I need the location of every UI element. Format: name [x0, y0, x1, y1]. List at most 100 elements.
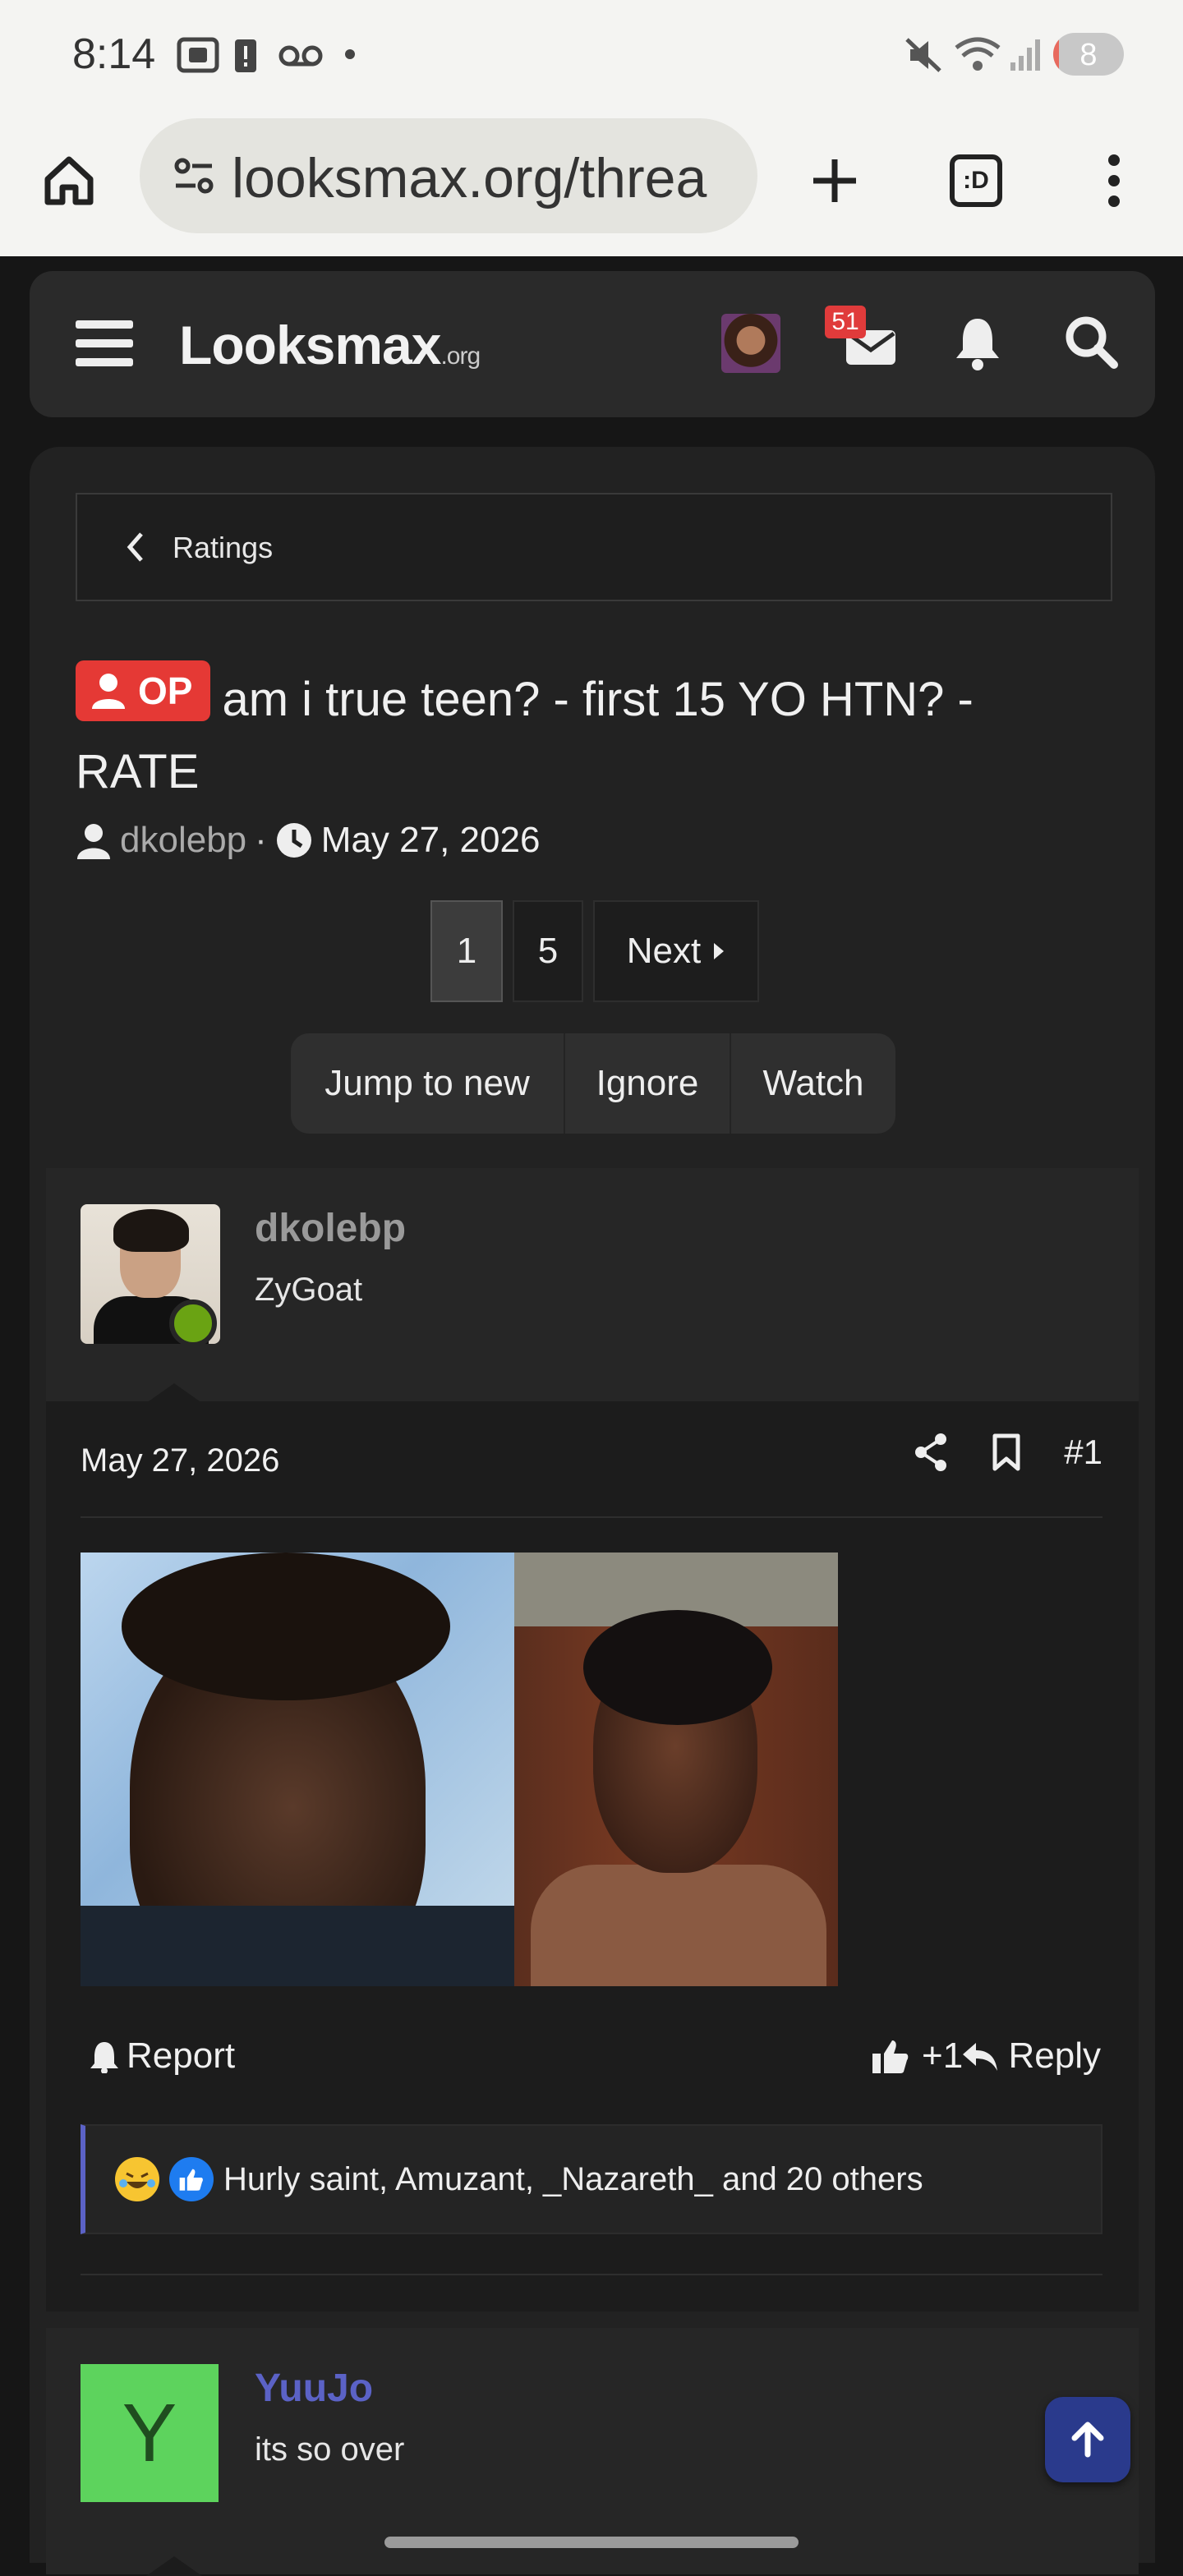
thread-meta: dkolebp · May 27, 2026 — [76, 820, 540, 861]
report-label: Report — [127, 2036, 236, 2076]
post-preview-text: its so over — [255, 2431, 405, 2468]
op-badge: OP — [76, 660, 211, 721]
online-indicator — [169, 1300, 217, 1347]
crying-laugh-emoji-icon — [115, 2157, 159, 2201]
reply-icon — [962, 2043, 997, 2071]
watch-button[interactable]: Watch — [731, 1033, 895, 1134]
post-1: dkolebp ZyGoat May 27, 2026 #1 Report +1… — [46, 1168, 1139, 2312]
wifi-icon — [955, 37, 1001, 71]
more-vertical-icon — [1108, 154, 1120, 207]
gesture-home-bar[interactable] — [384, 2537, 799, 2548]
browser-toolbar: looksmax.org/threa :D — [0, 108, 1183, 256]
report-button[interactable]: Report — [89, 2036, 235, 2077]
divider — [81, 1516, 1102, 1518]
next-label: Next — [626, 931, 702, 971]
reply-label: Reply — [1008, 2036, 1102, 2076]
user-bar-pointer — [146, 1383, 202, 1403]
share-icon[interactable] — [913, 1433, 949, 1472]
scroll-to-top-button[interactable] — [1045, 2397, 1130, 2482]
main-content: Ratings OP am i true teen? - first 15 YO… — [30, 447, 1155, 2576]
address-bar[interactable]: looksmax.org/threa — [140, 118, 757, 233]
caret-right-icon — [714, 943, 725, 959]
avatar-hair — [113, 1209, 189, 1252]
signal-icon — [1010, 39, 1040, 71]
page-5-button[interactable]: 5 — [513, 900, 583, 1002]
user-title: ZyGoat — [255, 1272, 363, 1308]
reactions-bar[interactable]: Hurly saint, Amuzant, _Nazareth_ and 20 … — [81, 2124, 1102, 2234]
account-avatar[interactable] — [721, 314, 780, 373]
clock-icon — [276, 823, 311, 858]
post-number[interactable]: #1 — [1064, 1433, 1102, 1472]
plus-icon — [813, 159, 856, 202]
inbox-count-badge: 51 — [825, 306, 866, 338]
status-bar: 8:14 8 — [0, 0, 1183, 108]
post-footer: Report +1 Reply — [81, 2032, 1102, 2090]
thumbs-up-icon — [872, 2040, 909, 2073]
page-1-button[interactable]: 1 — [430, 900, 503, 1002]
thread-title-block: OP am i true teen? - first 15 YO HTN? - … — [76, 660, 1102, 808]
home-icon — [44, 156, 94, 205]
user-bar-pointer — [146, 2556, 202, 2576]
site-logo[interactable]: Looksmax.org — [179, 314, 481, 376]
next-page-button[interactable]: Next — [593, 900, 759, 1002]
battery-indicator: 8 — [1053, 33, 1124, 76]
report-bell-icon — [90, 2042, 118, 2073]
meta-separator: · — [255, 820, 267, 860]
reply-button[interactable]: Reply — [961, 2036, 1102, 2077]
voicemail-icon — [278, 45, 323, 67]
photo-subject-shirt — [81, 1906, 514, 1986]
breadcrumb-label: Ratings — [173, 531, 274, 564]
mute-icon — [905, 38, 941, 72]
new-tab-button[interactable] — [795, 141, 874, 220]
bell-icon[interactable] — [953, 314, 1002, 371]
like-button[interactable]: +1 — [871, 2036, 963, 2077]
site-settings-icon[interactable] — [173, 154, 215, 197]
thread-actions: Jump to new Ignore Watch — [291, 1033, 895, 1134]
post-image-1[interactable] — [81, 1552, 514, 1986]
divider — [81, 2274, 1102, 2275]
search-icon[interactable] — [1063, 314, 1121, 371]
post-username[interactable]: YuuJo — [255, 2366, 373, 2411]
photo-subject-hair — [583, 1610, 772, 1725]
like-reaction-thumb — [179, 2169, 203, 2191]
jump-to-new-button[interactable]: Jump to new — [291, 1033, 565, 1134]
battery-level: 8 — [1079, 38, 1098, 72]
status-time: 8:14 — [72, 30, 156, 78]
crying-laugh-face — [118, 2160, 156, 2198]
post-image-2[interactable] — [514, 1552, 838, 1986]
notification-dot-icon — [345, 49, 355, 59]
battery-alert-icon — [235, 39, 256, 72]
pagination: 1 5 Next — [430, 900, 769, 1002]
breadcrumb[interactable]: Ratings — [76, 493, 1112, 601]
logo-suffix: .org — [440, 343, 481, 370]
user-avatar[interactable]: Y — [81, 2364, 219, 2502]
logo-text: Looksmax — [179, 315, 441, 375]
chevron-left-icon — [127, 532, 143, 562]
photo-subject-hair — [122, 1552, 450, 1700]
arrow-up-icon — [1071, 2422, 1104, 2458]
post-tools: #1 — [913, 1433, 1102, 1472]
thread-author[interactable]: dkolebp — [120, 820, 246, 861]
screenshot-icon — [177, 37, 219, 73]
reactions-text: Hurly saint, Amuzant, _Nazareth_ and 20 … — [223, 2160, 923, 2197]
op-badge-label: OP — [138, 669, 193, 712]
thread-date[interactable]: May 27, 2026 — [321, 820, 541, 861]
post-images — [81, 1552, 838, 1986]
tab-switcher-button[interactable]: :D — [937, 141, 1015, 220]
photo-subject-torso — [531, 1865, 826, 1986]
browser-menu-button[interactable] — [1075, 141, 1153, 220]
forum-header: Looksmax.org 51 — [30, 271, 1155, 417]
url-text: looksmax.org/threa — [232, 147, 707, 209]
post-username[interactable]: dkolebp — [255, 1206, 406, 1251]
author-icon — [77, 824, 110, 859]
tab-switcher-label: :D — [950, 154, 1002, 207]
hamburger-menu-icon[interactable] — [76, 317, 133, 370]
user-icon — [92, 674, 125, 709]
like-reaction-icon — [169, 2157, 214, 2201]
ignore-button[interactable]: Ignore — [565, 1033, 731, 1134]
home-button[interactable] — [30, 141, 108, 220]
bookmark-icon[interactable] — [992, 1433, 1021, 1472]
post-user-bar: dkolebp ZyGoat — [46, 1168, 1139, 1403]
post-date[interactable]: May 27, 2026 — [81, 1442, 279, 1479]
like-count: +1 — [922, 2036, 964, 2076]
